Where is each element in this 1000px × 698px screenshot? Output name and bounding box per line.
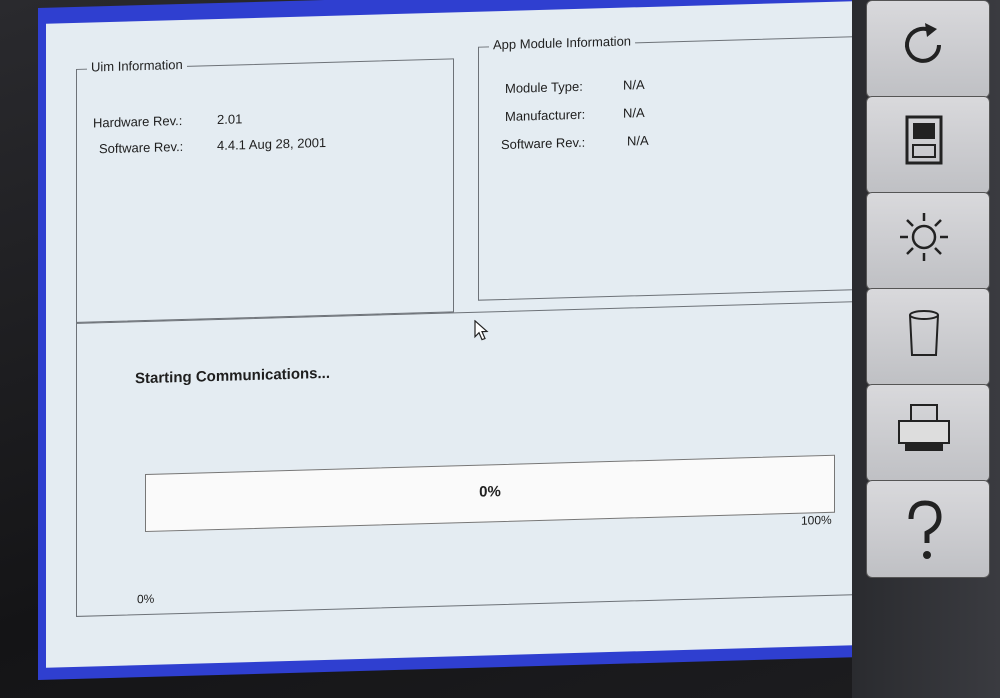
display-screen: Uim Information Hardware Rev.: 2.01 Soft… — [46, 0, 922, 668]
print-button[interactable] — [866, 384, 990, 482]
app-module-information-title: App Module Information — [489, 33, 636, 53]
progress-scale-min: 0% — [137, 591, 155, 607]
refresh-icon — [905, 23, 941, 63]
uim-software-rev-label: Software Rev.: — [99, 138, 184, 157]
brightness-icon — [900, 213, 948, 261]
progress-bar: 0% — [145, 454, 835, 533]
refresh-button[interactable] — [866, 0, 990, 98]
progress-percentage: 0% — [479, 483, 501, 501]
module-type-value: N/A — [623, 77, 645, 93]
hardware-rev-row: Hardware Rev.: 2.01 — [93, 111, 242, 131]
hardware-rev-value: 2.01 — [217, 111, 243, 128]
screen-frame: Uim Information Hardware Rev.: 2.01 Soft… — [38, 0, 930, 681]
help-button[interactable] — [866, 480, 990, 578]
app-software-rev-label: Software Rev.: — [501, 134, 586, 153]
help-icon — [908, 500, 942, 559]
uim-information-group: Uim Information Hardware Rev.: 2.01 Soft… — [76, 56, 454, 323]
device-button[interactable] — [866, 96, 990, 194]
module-type-row: Module Type: N/A — [505, 77, 645, 96]
app-software-rev-value: N/A — [627, 132, 649, 149]
app-module-information-group: App Module Information Module Type: N/A … — [478, 33, 854, 301]
manufacturer-value: N/A — [623, 105, 645, 121]
device-icon — [905, 115, 943, 165]
manufacturer-row: Manufacturer: N/A — [505, 105, 645, 124]
brightness-button[interactable] — [866, 192, 990, 290]
hardware-rev-label: Hardware Rev.: — [93, 112, 183, 131]
app-software-rev-row: Software Rev.: N/A — [501, 133, 649, 153]
trash-button[interactable] — [866, 288, 990, 386]
trash-icon — [909, 310, 939, 356]
progress-scale-max: 100% — [801, 512, 832, 528]
status-message: Starting Communications... — [135, 364, 331, 388]
communication-status-panel: Starting Communications... 0% 100% 0% — [76, 301, 858, 617]
uim-software-rev-value: 4.4.1 Aug 28, 2001 — [217, 134, 327, 154]
module-type-label: Module Type: — [505, 78, 583, 96]
side-button-strip — [852, 0, 1000, 698]
mouse-cursor-icon — [474, 319, 489, 341]
uim-software-rev-row: Software Rev.: 4.4.1 Aug 28, 2001 — [99, 135, 326, 157]
uim-information-title: Uim Information — [87, 56, 187, 75]
manufacturer-label: Manufacturer: — [505, 106, 586, 124]
printer-icon — [898, 404, 950, 451]
